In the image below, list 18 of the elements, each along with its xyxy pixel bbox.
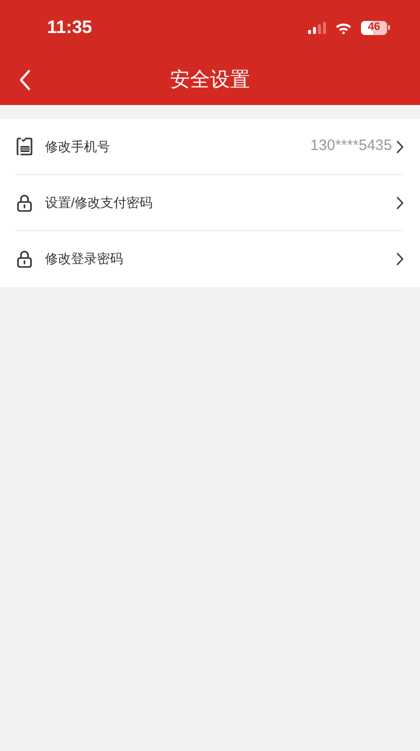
lock-icon [17,194,32,212]
row-label: 修改手机号 [45,138,111,156]
wifi-icon [335,22,352,34]
lock-icon [17,250,32,268]
phone-card-icon [16,137,33,156]
settings-row[interactable]: 设置/修改支付密码 [16,175,404,231]
chevron-right-icon [396,252,404,266]
row-label: 设置/修改支付密码 [45,194,154,212]
battery-icon: 46 [361,20,390,34]
chevron-right-icon [396,140,404,154]
signal-icon [308,22,326,34]
chevron-right-icon [396,196,404,210]
row-label: 修改登录密码 [45,250,124,268]
settings-row[interactable]: 修改手机号 130****5435 [16,119,404,175]
page-title: 安全设置 [170,68,250,93]
status-time: 11:35 [47,16,92,39]
settings-row[interactable]: 修改登录密码 [16,231,404,287]
phone-number: 130****5435 [310,136,392,156]
